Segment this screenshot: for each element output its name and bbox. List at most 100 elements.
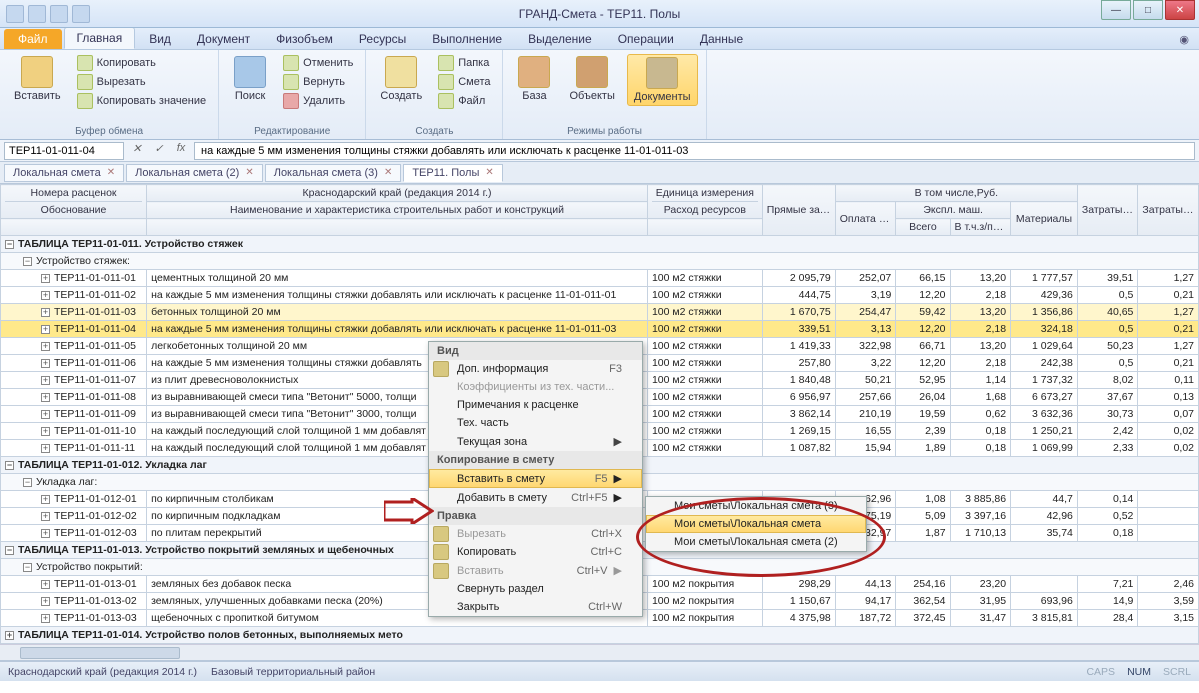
- tab-volume[interactable]: Физобъем: [264, 29, 345, 49]
- tab-resources[interactable]: Ресурсы: [347, 29, 418, 49]
- accept-formula-button[interactable]: ✓: [150, 142, 168, 160]
- tab-operations[interactable]: Операции: [606, 29, 686, 49]
- minimize-button[interactable]: —: [1101, 0, 1131, 20]
- fx-button[interactable]: fx: [172, 142, 190, 160]
- col-direct[interactable]: Прямые затраты,Руб.: [762, 185, 835, 236]
- col-pay[interactable]: Оплата труда рабочих: [835, 202, 896, 236]
- paste-icon: [21, 56, 53, 88]
- grid-area: Номера расценокОбоснование Краснодарский…: [0, 184, 1199, 661]
- ribbon: Вставить Копировать Вырезать Копировать …: [0, 50, 1199, 140]
- delete-button[interactable]: Удалить: [279, 92, 357, 110]
- menu-item[interactable]: Примечания к расценке: [429, 396, 642, 414]
- submenu-item[interactable]: Мои сметы\Локальная смета: [646, 515, 866, 533]
- close-icon[interactable]: ✕: [384, 167, 392, 178]
- create-folder-button[interactable]: Папка: [434, 54, 494, 72]
- col-mach[interactable]: В т.ч.з/пл маш-тов: [950, 219, 1011, 236]
- paste-button[interactable]: Вставить: [8, 54, 67, 104]
- menu-section-copy: Копирование в смету: [429, 451, 642, 469]
- table-row[interactable]: +ТЕР11-01-011-02на каждые 5 мм изменения…: [1, 287, 1199, 304]
- status-num: NUM: [1127, 666, 1151, 678]
- qat-btn-3[interactable]: [50, 5, 68, 23]
- col-ztm[interactable]: Затраты труда маш-стов: [1138, 185, 1199, 236]
- col-all[interactable]: Всего: [896, 219, 950, 236]
- context-submenu[interactable]: Мои сметы\Локальная смета (3)Мои сметы\Л…: [645, 496, 867, 552]
- menu-item[interactable]: Тех. часть: [429, 414, 642, 432]
- menu-item[interactable]: Доп. информацияF3: [429, 360, 642, 378]
- undo-button[interactable]: Отменить: [279, 54, 357, 72]
- doctab-3[interactable]: Локальная смета (3)✕: [265, 164, 402, 182]
- col-intotal[interactable]: В том числе,Руб.: [835, 185, 1077, 202]
- base-icon: [518, 56, 550, 88]
- copy-value-button[interactable]: Копировать значение: [73, 92, 210, 110]
- col-zt[interactable]: Затраты труда рабочих: [1077, 185, 1138, 236]
- doctab-4[interactable]: ТЕР11. Полы✕: [403, 164, 502, 182]
- context-menu[interactable]: Вид Доп. информацияF3Коэффициенты из тех…: [428, 341, 643, 617]
- cancel-formula-button[interactable]: ✕: [128, 142, 146, 160]
- maximize-button[interactable]: □: [1133, 0, 1163, 20]
- tab-document[interactable]: Документ: [185, 29, 262, 49]
- group-row[interactable]: +ТАБЛИЦА ТЕР11-01-014. Устройство полов …: [1, 627, 1199, 644]
- submenu-item[interactable]: Мои сметы\Локальная смета (2): [646, 533, 866, 551]
- cut-icon: [77, 74, 93, 90]
- group-row[interactable]: −ТАБЛИЦА ТЕР11-01-011. Устройство стяжек: [1, 236, 1199, 253]
- file-tab[interactable]: Файл: [4, 29, 62, 49]
- help-icon[interactable]: ◉: [1169, 30, 1199, 49]
- documents-button[interactable]: Документы: [627, 54, 698, 106]
- create-estimate-button[interactable]: Смета: [434, 73, 494, 91]
- menu-item[interactable]: Свернуть раздел: [429, 580, 642, 598]
- close-icon[interactable]: ✕: [245, 167, 253, 178]
- redo-button[interactable]: Вернуть: [279, 73, 357, 91]
- tab-execution[interactable]: Выполнение: [420, 29, 514, 49]
- menu-icon: [433, 563, 449, 579]
- cut-button[interactable]: Вырезать: [73, 73, 210, 91]
- estimate-icon: [438, 74, 454, 90]
- scrollbar-thumb[interactable]: [20, 647, 180, 659]
- col-unit[interactable]: Единица измеренияРасход ресурсов: [647, 185, 762, 219]
- close-button[interactable]: ✕: [1165, 0, 1195, 20]
- menu-item[interactable]: Добавить в сметуCtrl+F5▶: [429, 488, 642, 507]
- horizontal-scrollbar[interactable]: [0, 644, 1199, 660]
- menu-item: ВырезатьCtrl+X: [429, 525, 642, 543]
- group-create-label: Создать: [374, 125, 494, 138]
- tab-selection[interactable]: Выделение: [516, 29, 604, 49]
- col-name[interactable]: Наименование и характеристика строительн…: [147, 202, 648, 219]
- tab-view[interactable]: Вид: [137, 29, 183, 49]
- tab-data[interactable]: Данные: [688, 29, 755, 49]
- find-button[interactable]: Поиск: [227, 54, 273, 104]
- col-numbers[interactable]: Номера расценокОбоснование: [1, 185, 147, 219]
- table-row[interactable]: +ТЕР11-01-011-04на каждые 5 мм изменения…: [1, 321, 1199, 338]
- menu-section-view: Вид: [429, 342, 642, 360]
- formula-input[interactable]: [194, 142, 1195, 160]
- table-row[interactable]: +ТЕР11-01-011-01цементных толщиной 20 мм…: [1, 270, 1199, 287]
- window-title: ГРАНД-Смета - ТЕР11. Полы: [519, 7, 681, 21]
- base-button[interactable]: База: [511, 54, 557, 104]
- copy-button[interactable]: Копировать: [73, 54, 210, 72]
- cell-reference-input[interactable]: [4, 142, 124, 160]
- close-icon[interactable]: ✕: [485, 167, 493, 178]
- create-file-button[interactable]: Файл: [434, 92, 494, 110]
- folder-icon: [438, 55, 454, 71]
- col-mat[interactable]: Материалы: [1011, 202, 1078, 236]
- menu-item[interactable]: ЗакрытьCtrl+W: [429, 598, 642, 616]
- menu-section-edit: Правка: [429, 507, 642, 525]
- menu-item[interactable]: КопироватьCtrl+C: [429, 543, 642, 561]
- tab-main[interactable]: Главная: [64, 27, 136, 49]
- qat-btn-1[interactable]: [6, 5, 24, 23]
- doctab-1[interactable]: Локальная смета✕: [4, 164, 124, 182]
- close-icon[interactable]: ✕: [107, 167, 115, 178]
- submenu-item[interactable]: Мои сметы\Локальная смета (3): [646, 497, 866, 515]
- group-mode-label: Режимы работы: [511, 125, 697, 138]
- doctab-2[interactable]: Локальная смета (2)✕: [126, 164, 263, 182]
- create-button[interactable]: Создать: [374, 54, 428, 104]
- col-region[interactable]: Краснодарский край (редакция 2014 г.): [147, 185, 648, 202]
- qat-btn-2[interactable]: [28, 5, 46, 23]
- col-expl[interactable]: Экспл. маш.: [896, 202, 1011, 219]
- table-row[interactable]: +ТЕР11-01-011-03бетонных толщиной 20 мм1…: [1, 304, 1199, 321]
- subgroup-row[interactable]: −Устройство стяжек:: [1, 253, 1199, 270]
- undo-icon: [283, 55, 299, 71]
- menu-item[interactable]: Вставить в сметуF5▶: [429, 469, 642, 488]
- menu-icon: [433, 361, 449, 377]
- menu-item[interactable]: Текущая зона▶: [429, 432, 642, 451]
- objects-button[interactable]: Объекты: [563, 54, 620, 104]
- qat-btn-4[interactable]: [72, 5, 90, 23]
